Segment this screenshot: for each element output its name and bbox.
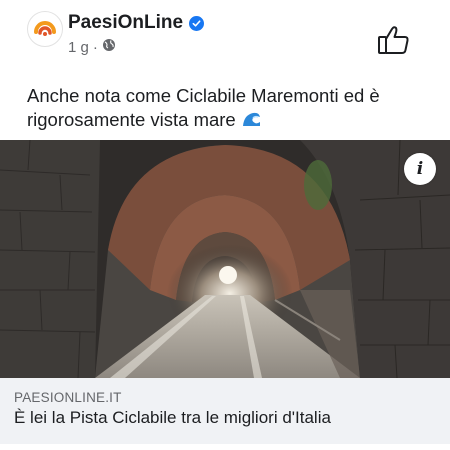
- link-domain: PAESIONLINE.IT: [14, 390, 122, 405]
- link-preview[interactable]: PAESIONLINE.IT È lei la Pista Ciclabile …: [0, 378, 450, 444]
- link-title[interactable]: È lei la Pista Ciclabile tra le migliori…: [14, 408, 331, 428]
- page-name-link[interactable]: PaesiOnLine: [68, 12, 205, 34]
- wave-emoji-icon: [241, 109, 262, 130]
- post-meta: 1 g ·: [68, 38, 116, 56]
- post-text-content: Anche nota come Ciclabile Maremonti ed è…: [27, 85, 380, 130]
- logo-avatar-icon[interactable]: [27, 11, 63, 47]
- info-icon[interactable]: i: [404, 153, 436, 185]
- globe-icon: [102, 38, 116, 56]
- post-time[interactable]: 1 g: [68, 39, 89, 56]
- post-image[interactable]: [0, 140, 450, 378]
- thumbs-up-icon[interactable]: [376, 24, 412, 56]
- verified-badge-icon: [189, 15, 205, 31]
- meta-separator: ·: [92, 38, 98, 56]
- post-text: Anche nota come Ciclabile Maremonti ed è…: [27, 84, 427, 132]
- post-header: PaesiOnLine 1 g ·: [0, 0, 450, 75]
- page-name[interactable]: PaesiOnLine: [68, 12, 183, 34]
